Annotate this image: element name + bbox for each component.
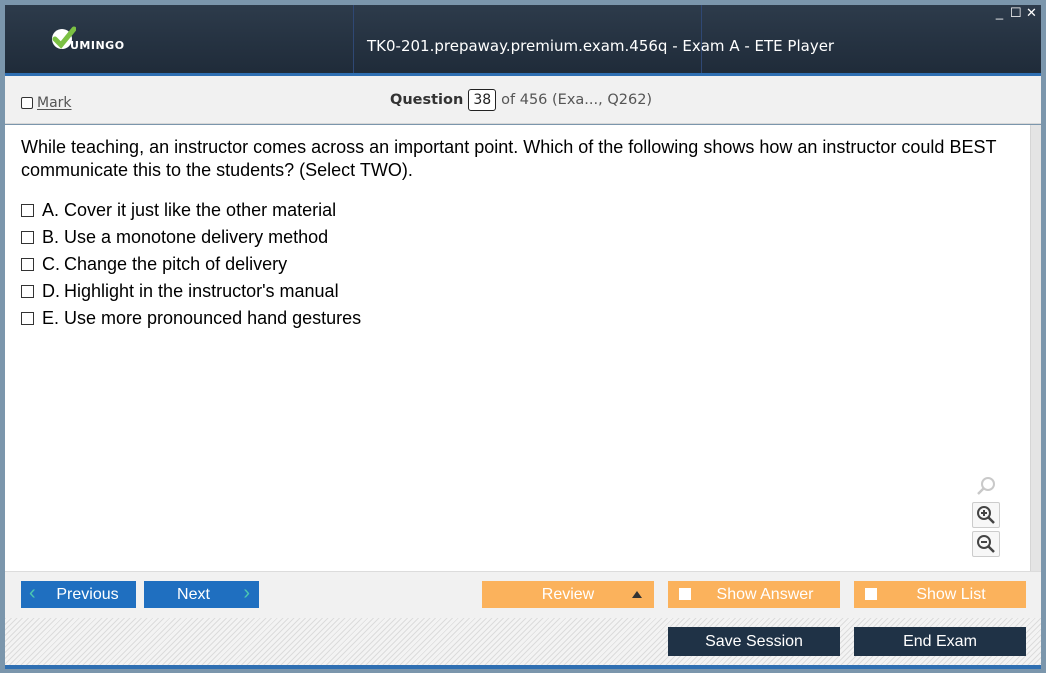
vertical-scrollbar[interactable] [1030, 125, 1041, 571]
answer-list: A. Cover it just like the other material… [21, 197, 361, 332]
answer-checkbox[interactable] [21, 204, 34, 217]
answer-checkbox[interactable] [21, 231, 34, 244]
answer-text: Change the pitch of delivery [64, 254, 288, 274]
answer-checkbox[interactable] [21, 258, 34, 271]
footer-bar: Save Session End Exam [5, 618, 1041, 665]
window-title: TK0-201.prepaway.premium.exam.456q - Exa… [367, 37, 835, 55]
chevron-right-icon: › [243, 582, 250, 604]
show-list-checkbox[interactable] [865, 588, 877, 600]
close-button[interactable]: ✕ [1026, 5, 1037, 21]
maximize-button[interactable]: ☐ [1010, 5, 1022, 21]
review-label: Review [541, 585, 595, 603]
question-content: While teaching, an instructor comes acro… [5, 125, 1041, 571]
answer-text: Use a monotone delivery method [64, 227, 329, 247]
answer-letter: C. [42, 254, 60, 274]
zoom-tools [972, 473, 1002, 560]
minimize-button[interactable]: _ [994, 5, 1005, 21]
app-logo: UMINGO [50, 26, 170, 57]
next-label: Next [177, 585, 210, 603]
answer-option-a[interactable]: A. Cover it just like the other material [21, 197, 361, 224]
navigation-bar: ‹ Previous Next › Review Show Answer Sho… [5, 571, 1041, 618]
question-text: While teaching, an instructor comes acro… [21, 137, 997, 180]
review-button[interactable]: Review [482, 581, 654, 608]
answer-letter: B. [42, 227, 60, 247]
zoom-out-icon[interactable] [972, 531, 1000, 557]
title-separator [353, 5, 354, 75]
mark-label: Mark [37, 95, 72, 111]
show-list-toggle[interactable]: Show List [854, 581, 1026, 608]
previous-label: Previous [56, 585, 119, 603]
end-exam-label: End Exam [903, 632, 977, 650]
mark-toggle[interactable]: Mark [21, 95, 72, 111]
answer-letter: D. [42, 281, 60, 301]
answer-letter: A. [42, 200, 60, 220]
question-label: Question [390, 92, 464, 108]
logo-text: UMINGO [70, 39, 125, 52]
end-exam-button[interactable]: End Exam [854, 627, 1026, 656]
answer-text: Cover it just like the other material [64, 200, 337, 220]
app-window: UMINGO TK0-201.prepaway.premium.exam.456… [0, 0, 1046, 673]
question-total: of 456 (Exa..., Q262) [501, 92, 653, 108]
save-session-button[interactable]: Save Session [668, 627, 840, 656]
footer-accent-strip [5, 665, 1041, 669]
answer-checkbox[interactable] [21, 285, 34, 298]
answer-text: Use more pronounced hand gestures [64, 308, 362, 328]
show-list-label: Show List [916, 585, 986, 603]
previous-button[interactable]: ‹ Previous [21, 581, 136, 608]
search-icon[interactable] [972, 473, 1000, 499]
answer-option-b[interactable]: B. Use a monotone delivery method [21, 224, 361, 251]
answer-option-d[interactable]: D. Highlight in the instructor's manual [21, 278, 361, 305]
answer-letter: E. [42, 308, 60, 328]
question-header: Mark Question 38 of 456 (Exa..., Q262) [5, 76, 1041, 124]
answer-text: Highlight in the instructor's manual [64, 281, 339, 301]
triangle-up-icon [632, 591, 642, 598]
next-button[interactable]: Next › [144, 581, 259, 608]
chevron-left-icon: ‹ [29, 582, 36, 604]
zoom-in-icon[interactable] [972, 502, 1000, 528]
answer-option-c[interactable]: C. Change the pitch of delivery [21, 251, 361, 278]
save-session-label: Save Session [705, 632, 803, 650]
question-counter: Question 38 of 456 (Exa..., Q262) [390, 89, 652, 111]
title-bar: UMINGO TK0-201.prepaway.premium.exam.456… [5, 5, 1041, 75]
window-controls: _ ☐ ✕ [994, 5, 1037, 21]
show-answer-label: Show Answer [716, 585, 814, 603]
show-answer-checkbox[interactable] [679, 588, 691, 600]
mark-checkbox[interactable] [21, 97, 33, 109]
show-answer-toggle[interactable]: Show Answer [668, 581, 840, 608]
answer-checkbox[interactable] [21, 312, 34, 325]
answer-option-e[interactable]: E. Use more pronounced hand gestures [21, 305, 361, 332]
question-number-input[interactable]: 38 [468, 89, 497, 111]
